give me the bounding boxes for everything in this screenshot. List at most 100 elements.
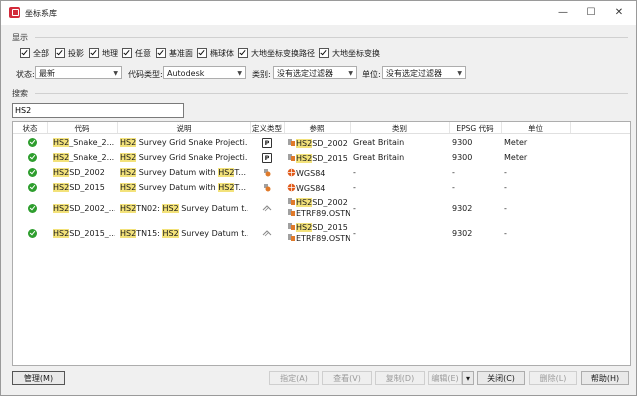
match-highlight: HS2: [162, 229, 179, 238]
checkbox-all[interactable]: 全部: [20, 48, 49, 58]
table-row[interactable]: HS2SD_2002_... HS2TN02: HS2 Survey Datum…: [13, 196, 630, 220]
code-cell: HS2SD_2002: [53, 168, 115, 177]
category-cell: -: [353, 229, 356, 238]
col-header-reference[interactable]: 参照: [285, 123, 349, 134]
match-highlight: HS2: [53, 204, 70, 213]
checkbox-label: 大地坐标变换: [332, 48, 380, 58]
checkbox-box[interactable]: [156, 48, 166, 58]
code-text: SD_2015: [69, 183, 105, 192]
reference-text: WGS84: [296, 184, 326, 193]
checkbox-datum[interactable]: 基准面: [156, 48, 193, 58]
description-text: TN15:: [136, 229, 163, 238]
transform-type-icon: [262, 230, 272, 237]
close-window-button[interactable]: ✕: [606, 5, 632, 21]
description-cell: HS2TN02: HS2 Survey Datum t...: [120, 204, 248, 213]
code-cell: HS2_Snake_2...: [53, 153, 115, 162]
col-header-definition-type[interactable]: 定义类型: [251, 123, 283, 134]
match-highlight: HS2: [218, 168, 235, 177]
minimize-button[interactable]: —: [550, 5, 576, 21]
checkbox-box[interactable]: [20, 48, 30, 58]
edit-button[interactable]: 编辑(E): [428, 371, 462, 385]
help-button[interactable]: 帮助(H): [581, 371, 629, 385]
description-text: Survey Datum with: [136, 183, 219, 192]
match-highlight: HS2: [120, 138, 137, 147]
checkbox-box[interactable]: [122, 48, 132, 58]
coordinate-system-table: 状态 代码 说明 定义类型 参照 类别 EPSG 代码 单位 HS2_Snake…: [12, 121, 631, 366]
assign-button[interactable]: 指定(A): [269, 371, 319, 385]
view-button[interactable]: 查看(V): [322, 371, 372, 385]
col-header-description[interactable]: 说明: [118, 123, 250, 134]
category-cell: Great Britain: [353, 153, 405, 162]
transform-type-icon: [262, 205, 272, 212]
table-header: 状态 代码 说明 定义类型 参照 类别 EPSG 代码 单位: [13, 122, 630, 134]
datum-ref-icon: [288, 154, 295, 161]
reference-cell: WGS84: [287, 183, 350, 193]
checkbox-ellipsoid[interactable]: 椭球体: [197, 48, 234, 58]
maximize-button[interactable]: ☐: [578, 5, 604, 21]
reference-text: SD_2002: [312, 198, 348, 207]
unit-cell: -: [504, 204, 507, 213]
table-row[interactable]: HS2SD_2015 HS2 Survey Datum with HS2T...…: [13, 181, 630, 194]
reference-cell: HS2SD_2002: [287, 138, 350, 148]
reference-cell-secondary: ETRF89.OSTN: [287, 233, 350, 243]
table-row[interactable]: HS2SD_2002 HS2 Survey Datum with HS2T...…: [13, 166, 630, 179]
description-text: Survey Datum t...: [178, 229, 248, 238]
checkbox-projected[interactable]: 投影: [55, 48, 84, 58]
column-separator[interactable]: [570, 122, 571, 133]
description-text: Survey Datum t...: [178, 204, 248, 213]
checkbox-box[interactable]: [197, 48, 207, 58]
checkbox-arbitrary[interactable]: 任意: [122, 48, 151, 58]
code-text: SD_2002_...: [69, 204, 115, 213]
col-header-epsg[interactable]: EPSG 代码: [450, 123, 500, 134]
match-highlight: HS2: [53, 183, 70, 192]
checkbox-label: 全部: [33, 48, 49, 58]
code-cell: HS2SD_2015: [53, 183, 115, 192]
checkbox-geodetic-transform[interactable]: 大地坐标变换: [319, 48, 380, 58]
status-filter-select[interactable]: 最新 ▼: [35, 66, 122, 79]
datum-ref-icon: [288, 223, 295, 230]
reference-text: ETRF89.OSTN: [296, 234, 350, 243]
description-text: TN02:: [136, 204, 163, 213]
close-button[interactable]: 关闭(C): [477, 371, 525, 385]
match-highlight: HS2: [296, 154, 313, 163]
reference-text: ETRF89.OSTN: [296, 209, 350, 218]
unit-cell: -: [504, 168, 507, 177]
manage-button[interactable]: 管理(M): [12, 371, 65, 385]
datum-ref-icon: [288, 139, 295, 146]
match-highlight: HS2: [162, 204, 179, 213]
code-cell: HS2_Snake_2...: [53, 138, 115, 147]
chevron-down-icon: ▼: [113, 70, 118, 77]
edit-dropdown-button[interactable]: ▾: [462, 371, 474, 385]
code-cell: HS2SD_2015_...: [53, 229, 115, 238]
code-type-select[interactable]: Autodesk ▼: [163, 66, 246, 79]
table-row[interactable]: HS2SD_2015_... HS2TN15: HS2 Survey Datum…: [13, 221, 630, 245]
checkbox-geographic[interactable]: 地理: [89, 48, 118, 58]
checkbox-box[interactable]: [55, 48, 65, 58]
delete-button[interactable]: 删除(L): [529, 371, 577, 385]
copy-button[interactable]: 复制(D): [375, 371, 425, 385]
checkbox-box[interactable]: [238, 48, 248, 58]
checkbox-geodetic-path[interactable]: 大地坐标变换路径: [238, 48, 315, 58]
col-header-unit[interactable]: 单位: [502, 123, 569, 134]
search-input[interactable]: [12, 103, 184, 118]
table-row[interactable]: HS2_Snake_2... HS2 Survey Grid Snake Pro…: [13, 136, 630, 149]
checkbox-label: 投影: [68, 48, 84, 58]
category-cell: -: [353, 183, 356, 192]
col-header-code[interactable]: 代码: [48, 123, 116, 134]
checkbox-box[interactable]: [319, 48, 329, 58]
col-header-status[interactable]: 状态: [17, 123, 43, 134]
globe-icon: [287, 168, 296, 177]
match-highlight: HS2: [120, 204, 137, 213]
description-text: T...: [234, 183, 246, 192]
category-filter-select[interactable]: 没有选定过滤器 ▼: [273, 66, 357, 79]
reference-text: SD_2015: [312, 223, 348, 232]
match-highlight: HS2: [53, 168, 70, 177]
table-row[interactable]: HS2_Snake_2... HS2 Survey Grid Snake Pro…: [13, 151, 630, 164]
unit-filter-select[interactable]: 没有选定过滤器 ▼: [382, 66, 466, 79]
col-header-category[interactable]: 类别: [351, 123, 448, 134]
epsg-cell: 9300: [452, 153, 473, 162]
reference-cell-secondary: ETRF89.OSTN: [287, 208, 350, 218]
code-text: SD_2015_...: [69, 229, 115, 238]
checkbox-box[interactable]: [89, 48, 99, 58]
match-highlight: HS2: [53, 229, 70, 238]
